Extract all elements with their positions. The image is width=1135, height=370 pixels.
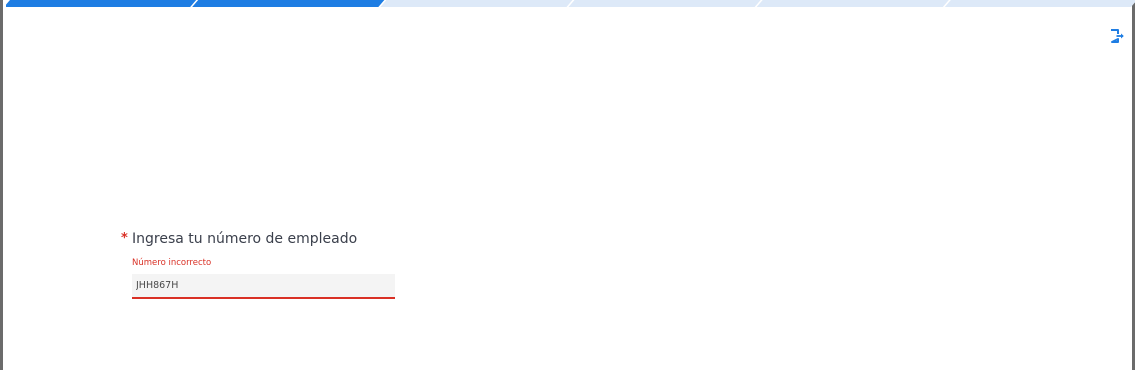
employee-number-input[interactable] (132, 274, 395, 299)
required-marker: * (121, 231, 128, 246)
progress-step-6 (944, 0, 1135, 7)
progress-step-4 (568, 0, 761, 7)
step-progress-svg (6, 0, 1135, 7)
progress-step-2 (192, 0, 385, 7)
field-label-row: * Ingresa tu número de empleado (121, 229, 401, 249)
logout-button[interactable] (1110, 28, 1126, 44)
progress-step-3 (380, 0, 573, 7)
employee-number-field: * Ingresa tu número de empleado Número i… (121, 229, 401, 299)
progress-step-5 (756, 0, 949, 7)
app-window: * Ingresa tu número de empleado Número i… (0, 0, 1135, 370)
progress-step-1 (6, 0, 197, 7)
logout-icon (1111, 29, 1124, 43)
error-message: Número incorrecto (132, 258, 212, 268)
field-label: Ingresa tu número de empleado (132, 231, 358, 247)
step-progress-bar (6, 0, 1135, 7)
